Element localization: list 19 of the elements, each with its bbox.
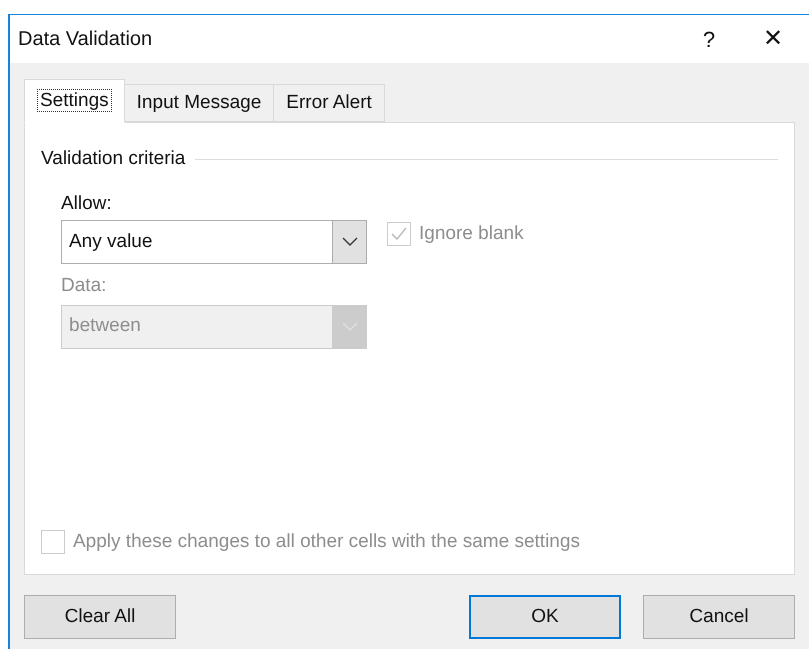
dialog-button[interactable]: Clear All <box>24 595 176 639</box>
tab[interactable]: Input Message <box>124 84 274 122</box>
tab[interactable]: Error Alert <box>273 84 385 122</box>
dropdown[interactable]: Any value <box>61 220 367 264</box>
close-button[interactable]: ✕ <box>737 15 809 63</box>
dialog-button[interactable]: Cancel <box>643 595 795 639</box>
checkbox-label: Apply these changes to all other cells with the same settings <box>73 530 580 554</box>
field-label: Allow: <box>61 192 113 216</box>
dialog-button[interactable]: OK <box>469 595 621 639</box>
help-button[interactable]: ? <box>681 15 737 63</box>
checkbox-label: Ignore blank <box>419 222 524 246</box>
group-title: Validation criteria <box>41 147 186 171</box>
dropdown-value: between <box>68 314 142 338</box>
dropdown-value: Any value <box>68 230 154 254</box>
window-title: Data Validation <box>17 27 154 52</box>
check-icon <box>390 224 408 243</box>
field-label: Data: <box>61 274 108 298</box>
chevron-down-icon <box>342 237 358 247</box>
tab[interactable]: Settings <box>24 79 125 123</box>
